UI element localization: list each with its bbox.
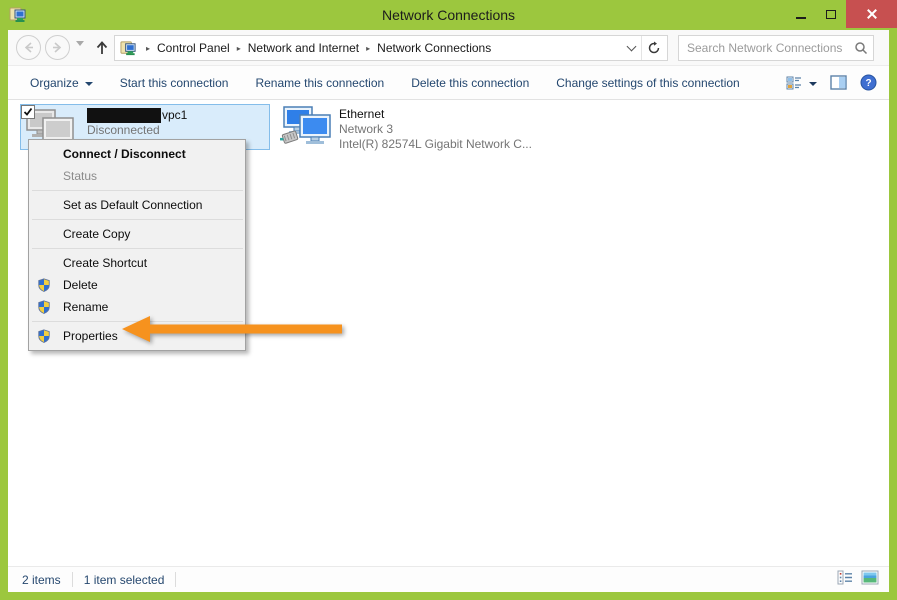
- status-bar: 2 items 1 item selected: [8, 566, 889, 592]
- refresh-button[interactable]: [641, 36, 665, 60]
- uac-shield-icon: [37, 329, 51, 343]
- search-box: [678, 35, 874, 61]
- menu-item-connect-disconnect[interactable]: Connect / Disconnect: [29, 143, 245, 165]
- connection-name: vpc1: [87, 108, 187, 123]
- navigation-bar: ▸ Control Panel ▸ Network and Internet ▸…: [8, 30, 889, 66]
- search-icon: [854, 41, 868, 55]
- window-title: Network Connections: [0, 0, 897, 30]
- view-options-button[interactable]: [786, 75, 817, 91]
- back-arrow-icon: [22, 41, 35, 54]
- command-toolbar: Organize Start this connection Rename th…: [8, 66, 889, 100]
- titlebar: Network Connections: [0, 0, 897, 30]
- items-count: 2 items: [8, 573, 65, 587]
- delete-connection-button[interactable]: Delete this connection: [411, 76, 529, 90]
- toolbar-right-icons: ?: [786, 66, 877, 99]
- connection-text: Ethernet Network 3 Intel(R) 82574L Gigab…: [335, 104, 532, 150]
- chevron-down-icon: [76, 41, 84, 63]
- start-connection-button[interactable]: Start this connection: [120, 76, 229, 90]
- connection-device: Intel(R) 82574L Gigabit Network C...: [339, 137, 532, 152]
- preview-pane-button[interactable]: [830, 75, 847, 90]
- close-icon: [866, 8, 878, 20]
- minimize-icon: [796, 17, 806, 19]
- menu-item-create-shortcut[interactable]: Create Shortcut: [29, 252, 245, 274]
- uac-shield-icon: [37, 300, 51, 314]
- address-dropdown-button[interactable]: [621, 36, 641, 60]
- selection-count: 1 item selected: [80, 573, 169, 587]
- organize-label: Organize: [30, 76, 79, 90]
- details-view-button[interactable]: [837, 570, 853, 590]
- maximize-icon: [826, 10, 836, 19]
- address-bar[interactable]: ▸ Control Panel ▸ Network and Internet ▸…: [114, 35, 668, 61]
- menu-item-label: Properties: [63, 329, 118, 343]
- menu-item-label: Rename: [63, 300, 108, 314]
- network-connections-window: Network Connections: [0, 0, 897, 600]
- connection-name-suffix: vpc1: [162, 108, 187, 123]
- ethernet-network-icon: [280, 105, 334, 149]
- chevron-down-icon: [626, 42, 636, 52]
- redacted-name: [87, 108, 161, 123]
- status-divider: [175, 572, 176, 587]
- checkmark-icon: [23, 107, 33, 117]
- connection-network: Network 3: [339, 122, 532, 137]
- connection-name: Ethernet: [339, 107, 532, 122]
- network-connections-folder-icon: [120, 40, 137, 57]
- details-view-icon: [837, 570, 853, 585]
- large-icons-view-icon: [861, 570, 879, 585]
- breadcrumb-separator-icon: ▸: [139, 44, 157, 53]
- search-button[interactable]: [849, 41, 873, 55]
- minimize-button[interactable]: [786, 0, 816, 28]
- status-divider: [72, 572, 73, 587]
- window-controls: [786, 0, 897, 28]
- breadcrumb-separator-icon: ▸: [230, 44, 248, 53]
- breadcrumb-network-connections[interactable]: Network Connections: [377, 41, 491, 55]
- chevron-down-icon: [85, 82, 93, 86]
- annotation-arrow: [114, 312, 350, 346]
- connection-tile-ethernet[interactable]: Ethernet Network 3 Intel(R) 82574L Gigab…: [278, 104, 546, 150]
- preview-pane-icon: [830, 75, 847, 90]
- view-options-icon: [786, 75, 803, 91]
- uac-shield-icon: [37, 278, 51, 292]
- organize-button[interactable]: Organize: [30, 76, 93, 90]
- help-button[interactable]: ?: [860, 74, 877, 91]
- svg-text:?: ?: [865, 78, 871, 89]
- connection-icon-wrap: [278, 104, 335, 150]
- menu-separator: [32, 190, 243, 191]
- rj45-connector: [280, 131, 298, 145]
- menu-separator: [32, 219, 243, 220]
- chevron-down-icon: [809, 82, 817, 86]
- menu-item-create-copy[interactable]: Create Copy: [29, 223, 245, 245]
- connections-list: vpc1 Disconnected: [8, 100, 889, 566]
- rename-connection-button[interactable]: Rename this connection: [255, 76, 384, 90]
- breadcrumb-separator-icon: ▸: [359, 44, 377, 53]
- refresh-icon: [647, 41, 661, 55]
- breadcrumb-control-panel[interactable]: Control Panel: [157, 41, 230, 55]
- menu-separator: [32, 248, 243, 249]
- large-icons-view-button[interactable]: [861, 570, 879, 590]
- menu-item-status[interactable]: Status: [29, 165, 245, 187]
- forward-arrow-icon: [51, 41, 64, 54]
- menu-item-set-default-connection[interactable]: Set as Default Connection: [29, 194, 245, 216]
- breadcrumb-network-and-internet[interactable]: Network and Internet: [248, 41, 359, 55]
- maximize-button[interactable]: [816, 0, 846, 28]
- help-icon: ?: [860, 74, 877, 91]
- close-button[interactable]: [846, 0, 897, 28]
- item-checkbox[interactable]: [21, 105, 35, 119]
- statusbar-view-toggles: [837, 570, 889, 590]
- recent-pages-dropdown[interactable]: [76, 46, 84, 64]
- menu-item-delete[interactable]: Delete: [29, 274, 245, 296]
- up-arrow-icon: [95, 40, 109, 56]
- back-button[interactable]: [16, 35, 41, 60]
- connection-status: Disconnected: [87, 123, 187, 138]
- up-button[interactable]: [92, 37, 112, 59]
- forward-button[interactable]: [45, 35, 70, 60]
- search-input[interactable]: [679, 41, 849, 55]
- menu-item-label: Delete: [63, 278, 98, 292]
- change-settings-button[interactable]: Change settings of this connection: [556, 76, 739, 90]
